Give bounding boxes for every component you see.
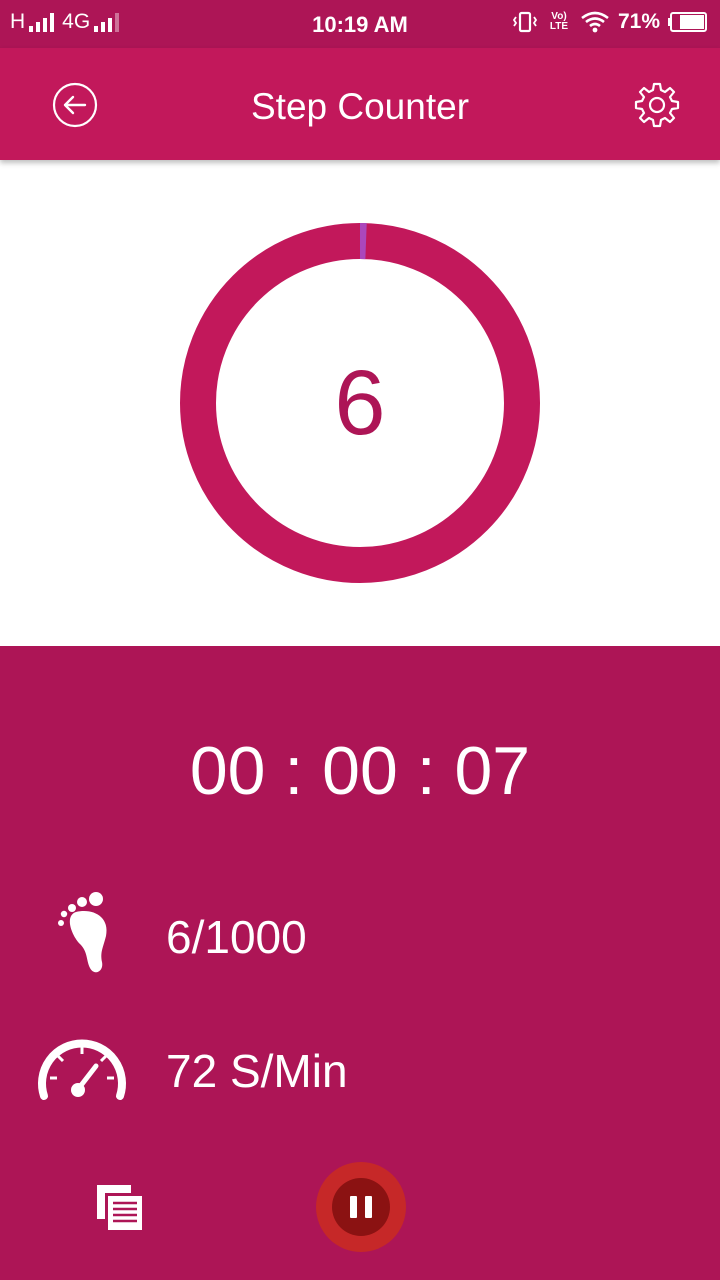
battery-percent: 71%: [617, 10, 660, 33]
page-title: Step Counter: [250, 86, 470, 127]
app-bar: Step Counter: [0, 48, 720, 160]
steps-goal-value: 6/1000: [166, 911, 307, 963]
pause-button[interactable]: [316, 1162, 406, 1252]
speedometer-icon: [38, 1039, 126, 1100]
vibrate-icon: [512, 11, 538, 33]
step-progress-ring: 6: [180, 223, 540, 583]
elapsed-timer: 00 : 00 : 07: [189, 733, 531, 809]
battery-icon: [668, 12, 707, 32]
step-count: 6: [334, 352, 386, 454]
stats-panel: 00 : 00 : 07 6/1000 72 S/Min: [0, 646, 720, 1280]
wifi-icon: [581, 11, 609, 33]
pause-icon: [332, 1178, 390, 1236]
status-right: Vo) LTE 71%: [512, 10, 708, 34]
footprint-icon: [58, 892, 107, 973]
pace-row: 72 S/Min: [0, 1026, 720, 1116]
history-list-icon[interactable]: [96, 1184, 146, 1234]
pace-value: 72 S/Min: [166, 1045, 348, 1097]
gear-icon[interactable]: [634, 82, 680, 128]
steps-row: 6/1000: [0, 890, 720, 980]
status-bar: H 4G 10:19 AM Vo) LTE 71%: [0, 0, 720, 48]
volte-label: Vo) LTE: [549, 11, 569, 32]
